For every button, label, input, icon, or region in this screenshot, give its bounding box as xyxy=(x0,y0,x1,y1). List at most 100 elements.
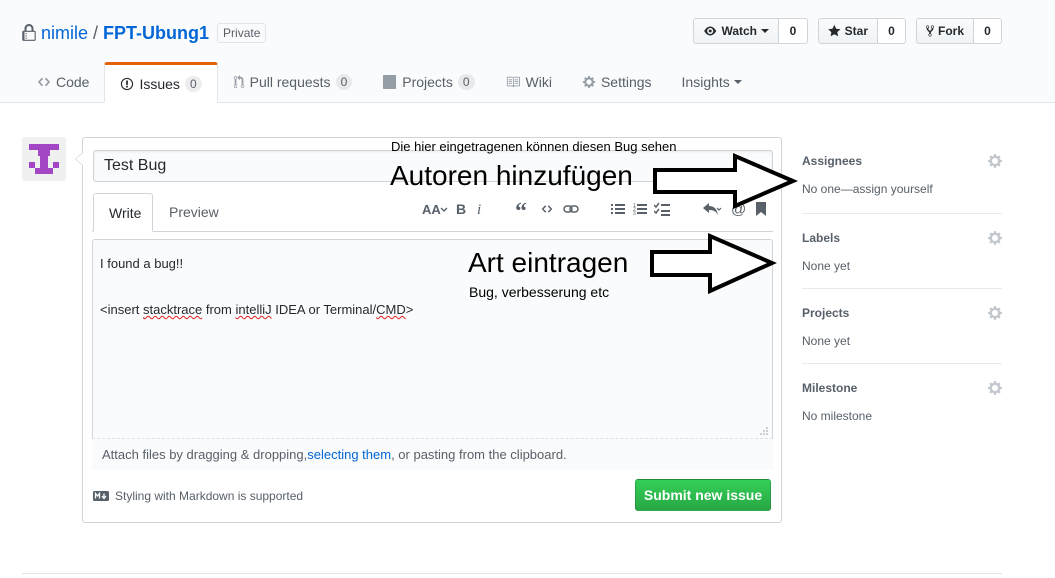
spellcheck-word: CMD xyxy=(376,302,406,317)
watch-label: Watch xyxy=(721,24,757,38)
watch-button[interactable]: Watch xyxy=(693,18,779,44)
tab-issues[interactable]: Issues 0 xyxy=(104,62,218,103)
star-count[interactable]: 0 xyxy=(878,18,906,44)
attach-prefix: Attach files by dragging & dropping, xyxy=(102,447,308,462)
chevron-down-icon xyxy=(733,80,742,84)
markdown-note[interactable]: Styling with Markdown is supported xyxy=(93,489,303,503)
tab-preview-label: Preview xyxy=(169,204,219,220)
watch-group: Watch 0 xyxy=(693,18,808,46)
comment-blank-line xyxy=(100,275,413,298)
tab-insights[interactable]: Insights xyxy=(667,62,757,102)
breadcrumb: nimile / FPT-Ubung1 Private xyxy=(22,20,267,46)
tab-projects[interactable]: Projects 0 xyxy=(367,62,489,102)
tab-code-label: Code xyxy=(56,74,90,90)
pull-requests-counter: 0 xyxy=(335,74,353,90)
repo-header: nimile / FPT-Ubung1 Private Watch 0 Star… xyxy=(0,0,1055,103)
gear-icon[interactable] xyxy=(988,380,1002,396)
tab-write-label: Write xyxy=(109,204,142,221)
project-icon xyxy=(383,75,397,89)
text-size-icon: AA xyxy=(422,202,448,216)
footer-divider xyxy=(22,573,1002,574)
avatar[interactable] xyxy=(22,137,66,181)
arrow-to-assignees-icon xyxy=(653,152,799,210)
italic-icon: i xyxy=(477,202,481,216)
fork-label: Fork xyxy=(937,24,964,38)
text-run: IDEA or Terminal/ xyxy=(271,302,377,317)
code-icon xyxy=(37,77,51,87)
tab-preview[interactable]: Preview xyxy=(154,193,234,231)
svg-text:3: 3 xyxy=(633,211,636,216)
star-label: Star xyxy=(844,24,868,38)
quote-button[interactable]: “ xyxy=(514,200,532,218)
gear-icon xyxy=(582,75,596,89)
markdown-icon xyxy=(93,491,109,501)
tab-settings[interactable]: Settings xyxy=(567,62,667,102)
list-ordered-icon: 1 2 3 xyxy=(633,203,647,216)
book-icon xyxy=(506,76,520,88)
list-unordered-icon xyxy=(611,204,625,214)
annotation-authors: Autoren hinzufügen xyxy=(390,160,633,191)
eye-icon xyxy=(704,26,717,36)
tab-wiki-label: Wiki xyxy=(525,74,552,90)
tab-write[interactable]: Write xyxy=(93,193,153,232)
link-button[interactable] xyxy=(561,200,581,218)
tab-settings-label: Settings xyxy=(600,74,652,90)
git-pull-request-icon xyxy=(233,75,244,89)
identicon-icon xyxy=(29,144,59,174)
text-size-button[interactable]: AA xyxy=(420,200,450,218)
submit-new-issue-button[interactable]: Submit new issue xyxy=(635,479,771,511)
italic-button[interactable]: i xyxy=(474,200,486,218)
sidebar-assignees[interactable]: Assignees No one—assign yourself xyxy=(802,154,1002,196)
breadcrumb-separator: / xyxy=(93,22,99,43)
star-group: Star 0 xyxy=(818,18,906,46)
sidebar-milestone[interactable]: Milestone No milestone xyxy=(802,381,1002,423)
tab-code[interactable]: Code xyxy=(22,62,104,102)
fork-count[interactable]: 0 xyxy=(974,18,1002,44)
repo-name-link[interactable]: FPT-Ubung1 xyxy=(103,23,209,44)
milestone-value: No milestone xyxy=(802,409,873,423)
attach-files-bar[interactable]: Attach files by dragging & dropping, sel… xyxy=(92,438,773,470)
annotation-type-note: Bug, verbesserung etc xyxy=(469,284,610,300)
bullet-list-button[interactable] xyxy=(609,200,627,218)
text-run: > xyxy=(405,302,414,317)
fork-button[interactable]: Fork xyxy=(916,18,974,44)
tab-issues-label: Issues xyxy=(139,75,180,92)
assignees-heading: Assignees xyxy=(802,154,863,168)
text-run: from xyxy=(202,302,236,317)
tab-pull-requests[interactable]: Pull requests 0 xyxy=(218,62,368,102)
svg-text:AA: AA xyxy=(422,202,441,216)
annotation-type: Art eintragen xyxy=(468,247,629,278)
star-button[interactable]: Star xyxy=(818,18,878,44)
annotation-visibility-note: Die hier eingetragenen können diesen Bug… xyxy=(391,139,677,154)
svg-text:i: i xyxy=(477,202,481,216)
comment-line: <insert stacktrace from intelliJ IDEA or… xyxy=(100,298,413,321)
lock-icon xyxy=(22,24,36,41)
gear-icon[interactable] xyxy=(988,153,1002,169)
projects-heading: Projects xyxy=(802,306,850,320)
chevron-down-icon xyxy=(761,29,769,33)
repo-nav: Code Issues 0 Pull requests 0 Projects 0 xyxy=(22,62,757,103)
link-icon xyxy=(563,205,579,213)
watch-count[interactable]: 0 xyxy=(779,18,808,44)
sidebar-labels[interactable]: Labels None yet xyxy=(802,231,1002,273)
numbered-list-button[interactable]: 1 2 3 xyxy=(631,200,649,218)
resize-grip-icon[interactable] xyxy=(760,427,768,435)
select-files-link[interactable]: selecting them xyxy=(307,447,391,462)
quote-icon: “ xyxy=(515,202,527,216)
repo-owner-link[interactable]: nimile xyxy=(41,23,88,44)
issue-opened-icon xyxy=(121,77,134,90)
bold-button[interactable]: B xyxy=(454,200,468,218)
markdown-note-label: Styling with Markdown is supported xyxy=(115,489,304,503)
sidebar-divider xyxy=(802,213,1002,214)
gear-icon[interactable] xyxy=(988,305,1002,321)
spellcheck-word: intelliJ xyxy=(235,302,272,317)
projects-value: None yet xyxy=(802,334,851,348)
comment-line: I found a bug!! xyxy=(100,256,184,271)
code-button[interactable] xyxy=(538,200,556,218)
gear-icon[interactable] xyxy=(988,230,1002,246)
tab-insights-label: Insights xyxy=(681,74,730,90)
tab-wiki[interactable]: Wiki xyxy=(490,62,567,102)
issues-counter: 0 xyxy=(184,75,202,92)
svg-text:B: B xyxy=(456,202,466,216)
sidebar-projects[interactable]: Projects None yet xyxy=(802,306,1002,348)
